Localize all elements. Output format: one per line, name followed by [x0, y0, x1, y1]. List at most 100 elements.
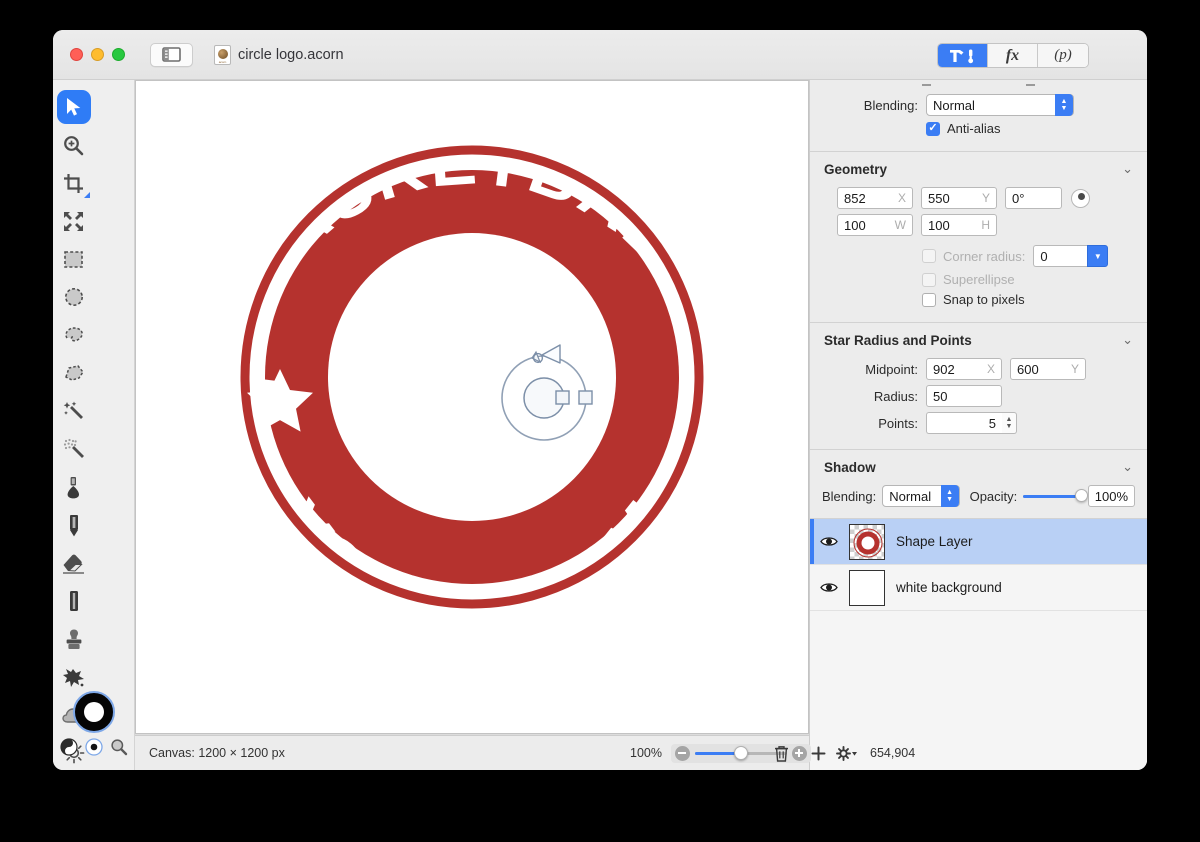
chevron-down-icon[interactable]: ⌄ — [1122, 161, 1133, 177]
status-right-icons: 654,904 — [811, 745, 916, 761]
eye-icon[interactable] — [820, 581, 838, 594]
plus-icon[interactable] — [811, 746, 826, 761]
crop-tool[interactable] — [53, 164, 94, 202]
tab-fx[interactable]: fx — [988, 44, 1038, 67]
geometry-w-tag: W — [894, 218, 906, 232]
marker-icon — [69, 590, 78, 611]
pencil-tool[interactable] — [53, 506, 94, 544]
hammer-tool-icon — [949, 49, 973, 63]
elliptical-select-tool[interactable] — [53, 278, 94, 316]
antialias-checkbox-group[interactable]: Anti-alias — [926, 121, 1000, 136]
transform-tool[interactable] — [53, 202, 94, 240]
default-colors-icon[interactable] — [85, 738, 103, 756]
minimize-button[interactable] — [91, 48, 104, 61]
blending-stepper-icon[interactable]: ▲ ▼ — [1055, 94, 1073, 116]
bucket-icon — [67, 476, 79, 498]
geometry-h-tag: H — [981, 218, 990, 232]
star-header[interactable]: Star Radius and Points ⌄ — [810, 323, 1147, 353]
cursor-arrow-icon — [66, 98, 80, 116]
gear-dropdown-icon[interactable] — [836, 745, 858, 761]
close-button[interactable] — [70, 48, 83, 61]
polygon-lasso-tool[interactable] — [53, 354, 94, 392]
star-midpoint-row: Midpoint: 902 X 600 Y — [810, 358, 1147, 380]
dotted-wand-icon — [63, 438, 84, 458]
rotation-knob[interactable] — [1071, 188, 1090, 208]
geometry-rotation-field[interactable]: 0° — [1005, 187, 1062, 209]
shadow-title: Shadow — [824, 459, 876, 475]
shadow-section: Shadow ⌄ Blending: Normal ▲ ▼ Opacity: 1… — [810, 450, 1147, 519]
sidebar-toggle-button[interactable] — [150, 42, 193, 67]
color-picker-icon[interactable] — [110, 738, 128, 756]
geometry-h-value: 100 — [928, 217, 950, 233]
antialias-checkbox[interactable] — [926, 121, 940, 136]
zoom-tool[interactable] — [53, 126, 94, 164]
magic-wand-tool[interactable] — [53, 392, 94, 430]
snap-to-pixels-checkbox[interactable] — [922, 292, 936, 307]
canvas-scroll[interactable]: BASKETBALL YOUTH TEAM — [135, 80, 809, 735]
blending-select[interactable]: Normal ▲ ▼ — [926, 94, 1074, 116]
foreground-background-swatch[interactable] — [73, 691, 115, 733]
layer-count-label: 654,904 — [870, 746, 916, 760]
shadow-blending-stepper-icon[interactable]: ▲ ▼ — [940, 485, 959, 507]
chevron-down-icon[interactable]: ⌄ — [1122, 459, 1133, 475]
tab-presets[interactable]: (p) — [1038, 44, 1088, 67]
move-tool[interactable] — [53, 88, 94, 126]
instant-alpha-tool[interactable] — [53, 430, 94, 468]
geometry-header[interactable]: Geometry ⌄ — [810, 152, 1147, 182]
chevron-down-icon[interactable]: ⌄ — [1122, 332, 1133, 348]
midpoint-y-field[interactable]: 600 Y — [1010, 358, 1086, 380]
shadow-header[interactable]: Shadow ⌄ — [810, 450, 1147, 480]
contrast-swap-icon[interactable] — [60, 738, 78, 756]
corner-radius-checkbox[interactable] — [922, 249, 936, 263]
geometry-x-field[interactable]: 852 X — [837, 187, 913, 209]
zoom-out-button[interactable] — [674, 745, 690, 761]
swatch-mini-controls — [60, 738, 128, 756]
geometry-w-field[interactable]: 100 W — [837, 214, 913, 236]
corner-radius-field[interactable]: 0 — [1033, 245, 1088, 267]
lasso-tool[interactable] — [53, 316, 94, 354]
geometry-position-row: 852 X 550 Y 0° — [810, 187, 1147, 209]
shadow-blending-select[interactable]: Normal ▲ ▼ — [882, 485, 960, 507]
eye-icon[interactable] — [820, 535, 838, 548]
superellipse-group[interactable]: Superellipse — [922, 272, 1015, 287]
corner-radius-group[interactable]: Corner radius: — [922, 249, 1025, 264]
document-canvas[interactable]: BASKETBALL YOUTH TEAM — [135, 80, 809, 734]
shadow-opacity-field[interactable]: 100% — [1087, 485, 1135, 507]
tool-palette — [53, 80, 135, 770]
tab-tools[interactable] — [938, 44, 988, 67]
blending-row: Blending: Normal ▲ ▼ — [810, 94, 1147, 116]
clone-stamp-tool[interactable] — [53, 620, 94, 658]
crop-submenu-indicator[interactable] — [84, 192, 90, 198]
zoom-in-button[interactable] — [791, 745, 807, 761]
geometry-y-field[interactable]: 550 Y — [921, 187, 997, 209]
zoom-slider-group[interactable] — [670, 743, 811, 763]
shadow-opacity-value: 100% — [1094, 488, 1128, 504]
midpoint-y-tag: Y — [1070, 362, 1079, 376]
layer-row-shape-layer[interactable]: Shape Layer — [810, 519, 1147, 565]
zoom-slider-thumb[interactable] — [733, 746, 748, 760]
shadow-opacity-thumb[interactable] — [1074, 489, 1088, 502]
snap-group[interactable]: Snap to pixels — [922, 292, 1025, 307]
superellipse-checkbox[interactable] — [922, 272, 936, 287]
corner-radius-dropdown-icon[interactable]: ▼ — [1087, 245, 1109, 267]
geometry-h-field[interactable]: 100 H — [921, 214, 997, 236]
snap-to-pixels-row: Snap to pixels — [810, 292, 1147, 307]
maximize-button[interactable] — [112, 48, 125, 61]
radius-field[interactable]: 50 — [926, 385, 1002, 407]
points-stepper[interactable]: ▲ ▼ — [1002, 412, 1017, 434]
inspector-panel: Blending: Normal ▲▼ Anti-alias — [809, 80, 1147, 770]
eraser-tool[interactable] — [53, 544, 94, 582]
stamp-icon — [66, 629, 81, 649]
rectangular-select-tool[interactable] — [53, 240, 94, 278]
paint-bucket-tool[interactable] — [53, 468, 94, 506]
trash-icon[interactable] — [774, 745, 789, 762]
marker-tool[interactable] — [53, 582, 94, 620]
points-field[interactable]: 5 — [926, 412, 1002, 434]
traffic-lights — [70, 48, 125, 61]
layer-row-white-background[interactable]: white background — [810, 565, 1147, 611]
shadow-opacity-slider[interactable] — [1023, 489, 1088, 502]
blending-section: Blending: Normal ▲▼ Anti-alias — [810, 89, 1147, 152]
document-name: circle logo.acorn — [238, 46, 344, 63]
midpoint-x-field[interactable]: 902 X — [926, 358, 1002, 380]
antialias-row: Anti-alias — [810, 121, 1147, 136]
